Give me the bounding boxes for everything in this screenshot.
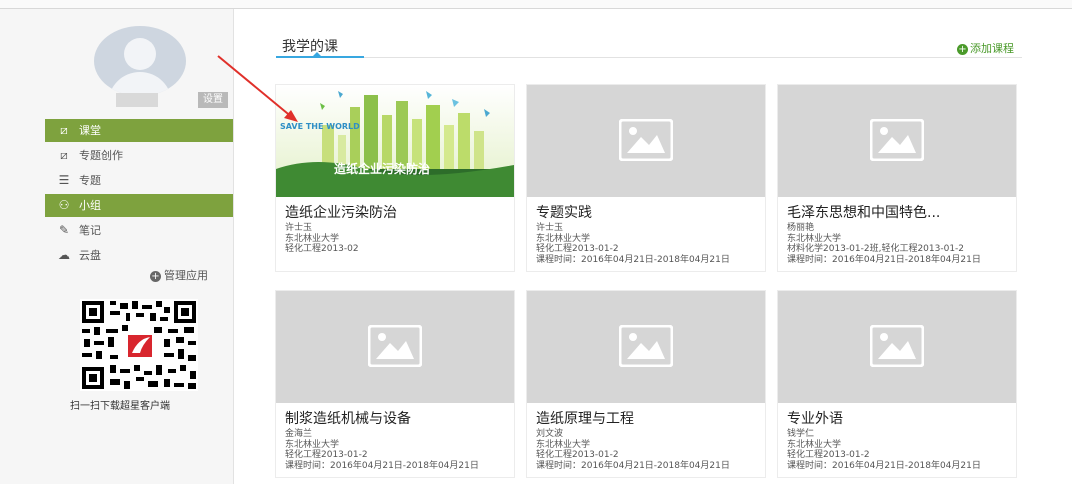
topic-icon: ☰: [58, 173, 70, 187]
topic-create-icon: ⧄: [60, 148, 68, 162]
course-card[interactable]: 专题实践 许士玉 东北林业大学 轻化工程2013-01-2 课程时间：2016年…: [526, 84, 766, 272]
sidebar-item-label: 小组: [79, 199, 101, 212]
qr-code-graphic: [80, 299, 198, 391]
course-school: 东北林业大学: [787, 233, 842, 244]
classroom-icon: ⧄: [60, 123, 68, 137]
sidebar-item-note[interactable]: ✎ 笔记: [45, 219, 233, 242]
course-teacher: 刘文波: [536, 429, 564, 439]
sidebar-item-topic-create[interactable]: ⧄ 专题创作: [45, 144, 233, 167]
qr-caption: 扫一扫下载超星客户端: [70, 401, 170, 412]
course-title[interactable]: 专业外语: [787, 408, 843, 428]
course-card[interactable]: 毛泽东思想和中国特色... 杨丽艳 东北林业大学 材料化学2013-01-2班,…: [777, 84, 1017, 272]
sidebar-item-label: 云盘: [79, 249, 101, 262]
course-teacher: 金海兰: [285, 429, 313, 439]
course-thumbnail: [778, 291, 1016, 403]
course-time: 课程时间：2016年04月21日-2018年04月21日: [536, 460, 730, 471]
image-placeholder-icon: [870, 119, 924, 161]
course-time: 课程时间：2016年04月21日-2018年04月21日: [787, 460, 981, 471]
course-meta: 杨丽艳 东北林业大学 材料化学2013-01-2班,轻化工程2013-01-2 …: [787, 223, 981, 265]
note-icon: ✎: [58, 223, 70, 237]
sidebar-item-label: 笔记: [79, 224, 101, 237]
course-card[interactable]: 制浆造纸机械与设备 金海兰 东北林业大学 轻化工程2013-01-2 课程时间：…: [275, 290, 515, 478]
sidebar-nav: ⧄ 课堂 ⧄ 专题创作 ☰ 专题 ⚇ 小组 ✎ 笔记 ☁ 云盘: [45, 119, 233, 269]
course-class: 轻化工程2013-01-2: [787, 450, 870, 460]
sidebar-item-topic[interactable]: ☰ 专题: [45, 169, 233, 192]
course-meta: 许士玉 东北林业大学 轻化工程2013-01-2 课程时间：2016年04月21…: [536, 223, 730, 265]
course-thumbnail: [778, 85, 1016, 197]
course-card[interactable]: 专业外语 钱学仁 东北林业大学 轻化工程2013-01-2 课程时间：2016年…: [777, 290, 1017, 478]
course-teacher: 杨丽艳: [787, 223, 815, 233]
cloud-icon: ☁: [58, 248, 70, 262]
course-class: 轻化工程2013-02: [285, 244, 359, 254]
course-thumbnail-banner: 造纸企业污染防治 SAVE THE WORLD: [276, 85, 514, 197]
course-card[interactable]: 造纸企业污染防治 SAVE THE WORLD 造纸企业污染防治 许士玉 东北林…: [275, 84, 515, 272]
course-meta: 钱学仁 东北林业大学 轻化工程2013-01-2 课程时间：2016年04月21…: [787, 429, 981, 471]
add-course-label: 添加课程: [970, 42, 1014, 55]
course-teacher: 钱学仁: [787, 429, 815, 439]
course-class: 轻化工程2013-01-2: [536, 244, 619, 254]
manage-apps-link[interactable]: + 管理应用: [150, 267, 208, 283]
course-time: 课程时间：2016年04月21日-2018年04月21日: [536, 254, 730, 265]
page-title[interactable]: 我学的课: [282, 36, 338, 56]
course-title[interactable]: 毛泽东思想和中国特色...: [787, 202, 940, 222]
avatar-head-shape: [124, 38, 156, 70]
course-school: 东北林业大学: [285, 439, 340, 450]
course-school: 东北林业大学: [285, 233, 340, 244]
plus-circle-icon: +: [957, 44, 968, 55]
course-teacher: 许士玉: [285, 223, 313, 233]
plus-circle-icon: +: [150, 271, 161, 282]
sidebar-item-group[interactable]: ⚇ 小组: [45, 194, 233, 217]
course-class: 材料化学2013-01-2班,轻化工程2013-01-2: [787, 244, 965, 254]
course-thumbnail: [276, 291, 514, 403]
course-school: 东北林业大学: [536, 233, 591, 244]
course-meta: 许士玉 东北林业大学 轻化工程2013-02: [285, 223, 359, 255]
group-icon: ⚇: [58, 198, 70, 212]
course-thumbnail: [527, 85, 765, 197]
course-class: 轻化工程2013-01-2: [536, 450, 619, 460]
add-course-button[interactable]: + 添加课程: [957, 40, 1014, 56]
course-teacher: 许士玉: [536, 223, 564, 233]
image-placeholder-icon: [870, 325, 924, 367]
course-time: 课程时间：2016年04月21日-2018年04月21日: [285, 460, 479, 471]
active-tab-underline: [276, 56, 364, 58]
sidebar-item-label: 专题: [79, 174, 101, 187]
course-meta: 金海兰 东北林业大学 轻化工程2013-01-2 课程时间：2016年04月21…: [285, 429, 479, 471]
username-redacted: [116, 93, 158, 107]
course-thumbnail: [527, 291, 765, 403]
banner-slogan-text: SAVE THE WORLD: [280, 122, 360, 131]
image-placeholder-icon: [619, 325, 673, 367]
course-title[interactable]: 造纸企业污染防治: [285, 202, 397, 222]
sidebar-item-label: 专题创作: [79, 149, 123, 162]
sidebar: 设置 ⧄ 课堂 ⧄ 专题创作 ☰ 专题 ⚇ 小组 ✎ 笔记 ☁ 云盘 + 管理应用: [0, 9, 234, 484]
course-title[interactable]: 制浆造纸机械与设备: [285, 408, 411, 428]
sidebar-item-classroom[interactable]: ⧄ 课堂: [45, 119, 233, 142]
image-placeholder-icon: [619, 119, 673, 161]
course-card[interactable]: 造纸原理与工程 刘文波 东北林业大学 轻化工程2013-01-2 课程时间：20…: [526, 290, 766, 478]
course-title[interactable]: 造纸原理与工程: [536, 408, 634, 428]
caret-up-icon: [313, 52, 321, 56]
image-placeholder-icon: [368, 325, 422, 367]
qr-code: [80, 299, 198, 391]
banner-course-text: 造纸企业污染防治: [334, 161, 430, 176]
save-the-world-banner: 造纸企业污染防治 SAVE THE WORLD: [276, 85, 514, 197]
course-time: 课程时间：2016年04月21日-2018年04月21日: [787, 254, 981, 265]
header-divider: [276, 57, 1022, 58]
settings-button[interactable]: 设置: [198, 92, 228, 108]
avatar[interactable]: [94, 26, 186, 96]
course-school: 东北林业大学: [536, 439, 591, 450]
sidebar-item-cloud[interactable]: ☁ 云盘: [45, 244, 233, 267]
course-meta: 刘文波 东北林业大学 轻化工程2013-01-2 课程时间：2016年04月21…: [536, 429, 730, 471]
course-class: 轻化工程2013-01-2: [285, 450, 368, 460]
top-border: [0, 0, 1072, 9]
sidebar-item-label: 课堂: [79, 124, 101, 137]
course-school: 东北林业大学: [787, 439, 842, 450]
manage-apps-label: 管理应用: [164, 269, 208, 282]
course-title[interactable]: 专题实践: [536, 202, 592, 222]
